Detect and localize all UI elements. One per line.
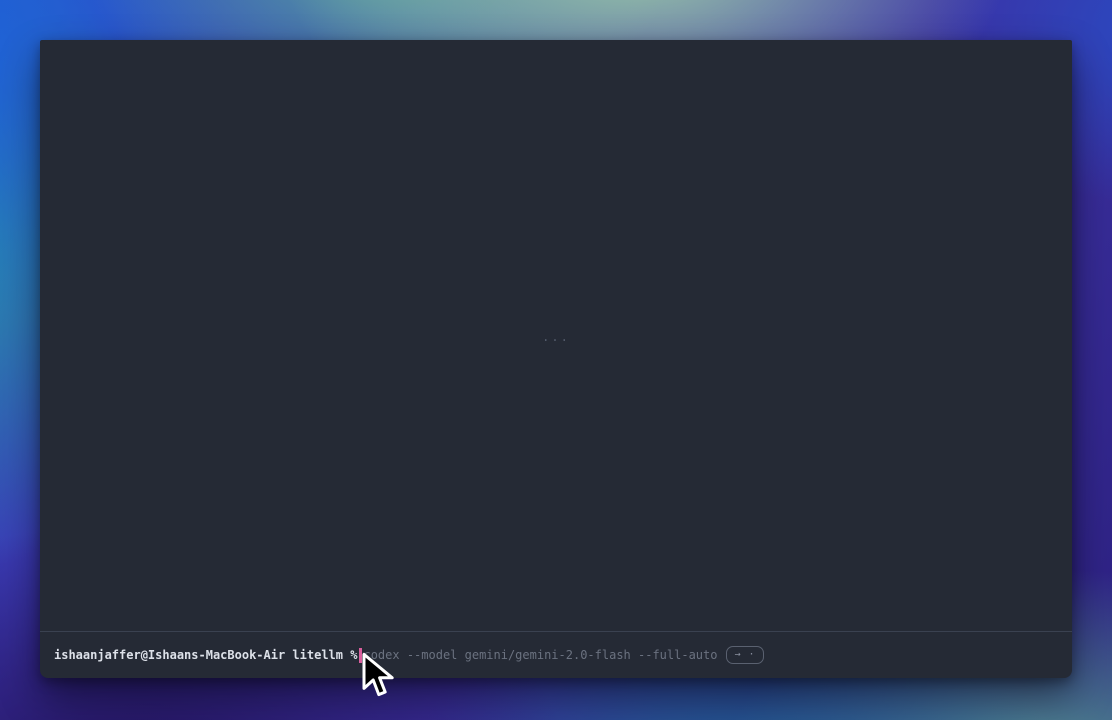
command-suggestion-text: codex --model gemini/gemini-2.0-flash --… — [363, 648, 717, 662]
prompt-user-host: ishaanjaffer@Ishaans-MacBook-Air — [54, 648, 285, 662]
prompt-directory: litellm — [292, 648, 343, 662]
prompt-symbol: % — [350, 648, 357, 662]
terminal-window[interactable]: ... ishaanjaffer@Ishaans-MacBook-Air lit… — [40, 40, 1072, 678]
terminal-output-area[interactable]: ... — [40, 40, 1072, 631]
accept-suggestion-hint-badge: → · — [726, 646, 763, 664]
terminal-prompt-bar[interactable]: ishaanjaffer@Ishaans-MacBook-Air litellm… — [40, 631, 1072, 678]
text-cursor — [359, 648, 362, 663]
desktop-wallpaper: ... ishaanjaffer@Ishaans-MacBook-Air lit… — [0, 0, 1112, 720]
prompt-spacer-2 — [343, 648, 350, 662]
loading-indicator: ... — [542, 331, 570, 343]
prompt-spacer-1 — [285, 648, 292, 662]
